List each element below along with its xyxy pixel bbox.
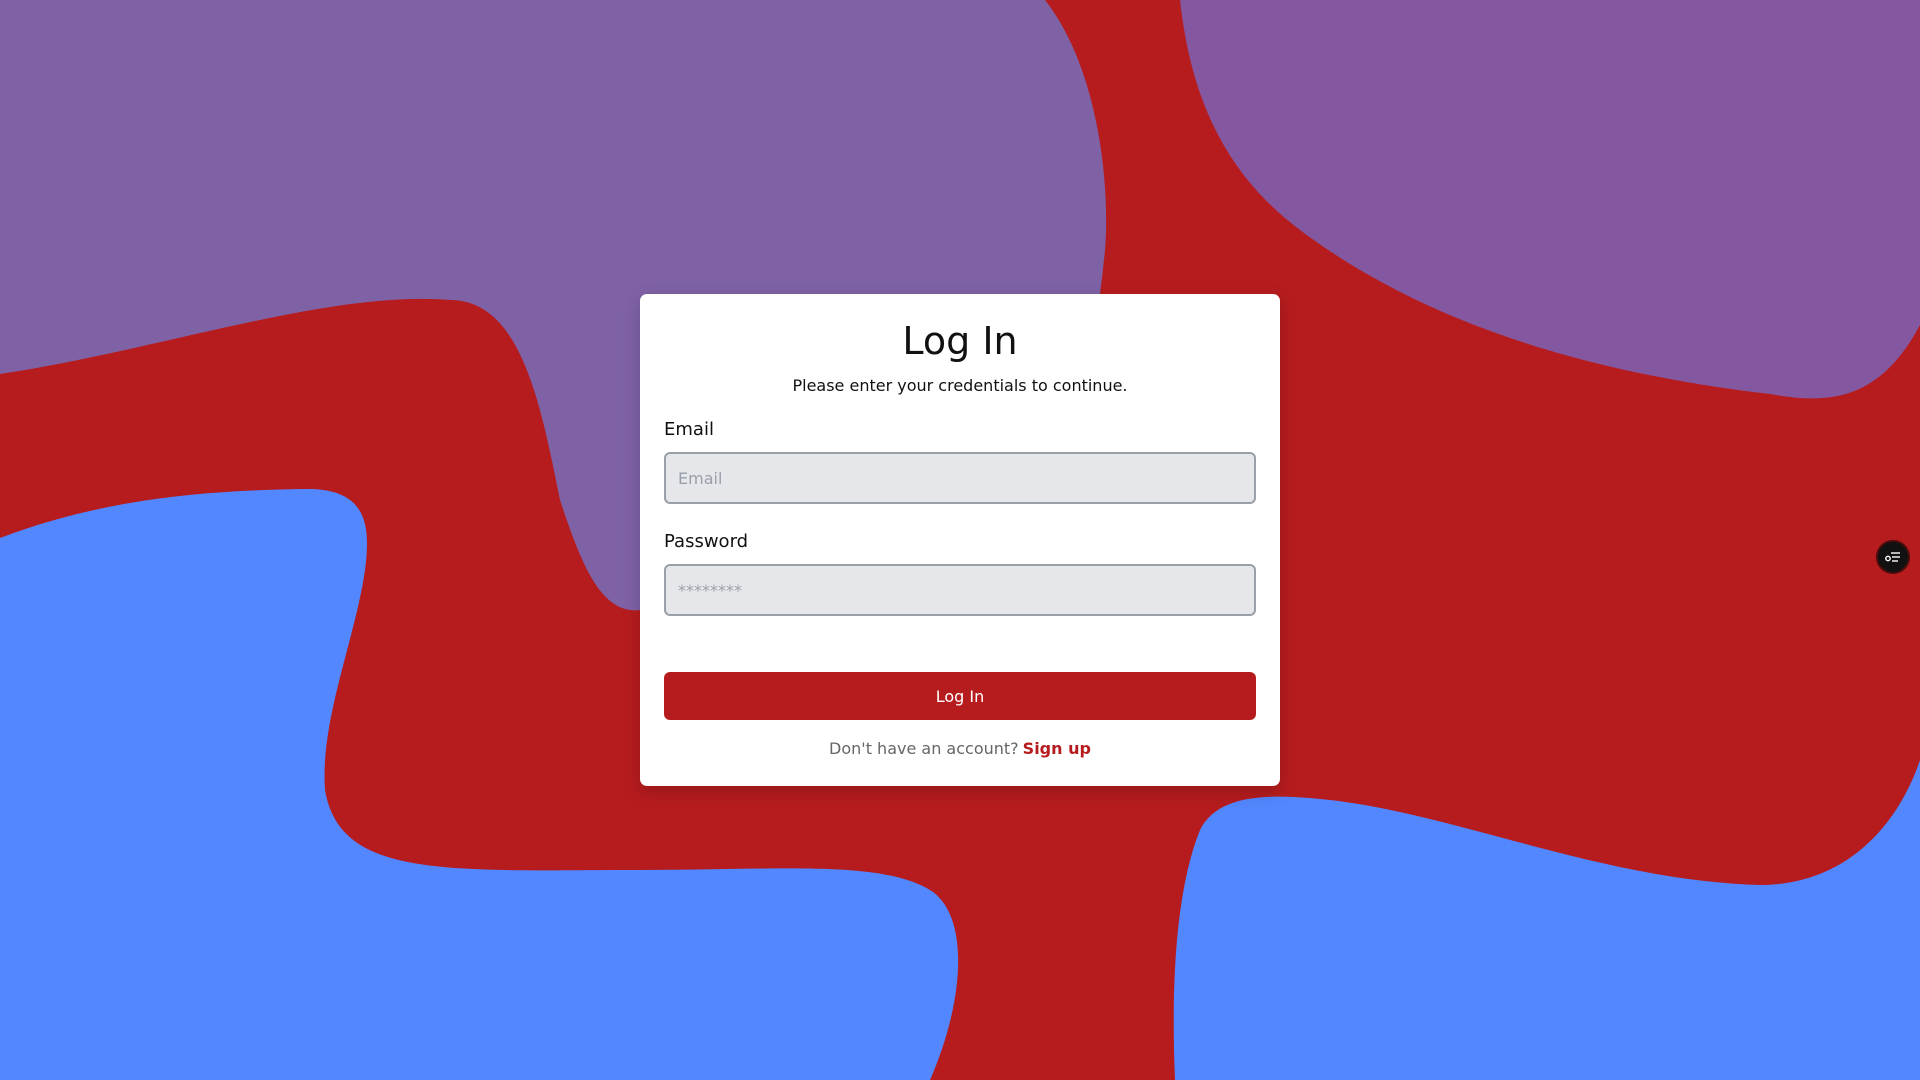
login-title: Log In	[902, 319, 1018, 363]
settings-list-icon	[1885, 552, 1900, 562]
signup-prompt: Don't have an account?	[829, 739, 1019, 758]
login-button[interactable]: Log In	[664, 672, 1256, 720]
signup-link[interactable]: Sign up	[1023, 739, 1091, 758]
signup-row: Don't have an account? Sign up	[664, 738, 1256, 760]
login-subtitle: Please enter your credentials to continu…	[792, 376, 1128, 395]
login-card: Log In Please enter your credentials to …	[640, 294, 1280, 786]
floating-settings-button[interactable]	[1876, 540, 1910, 574]
password-input[interactable]	[664, 564, 1256, 616]
password-label: Password	[664, 531, 749, 552]
email-input[interactable]	[664, 452, 1256, 504]
email-label: Email	[664, 419, 714, 440]
